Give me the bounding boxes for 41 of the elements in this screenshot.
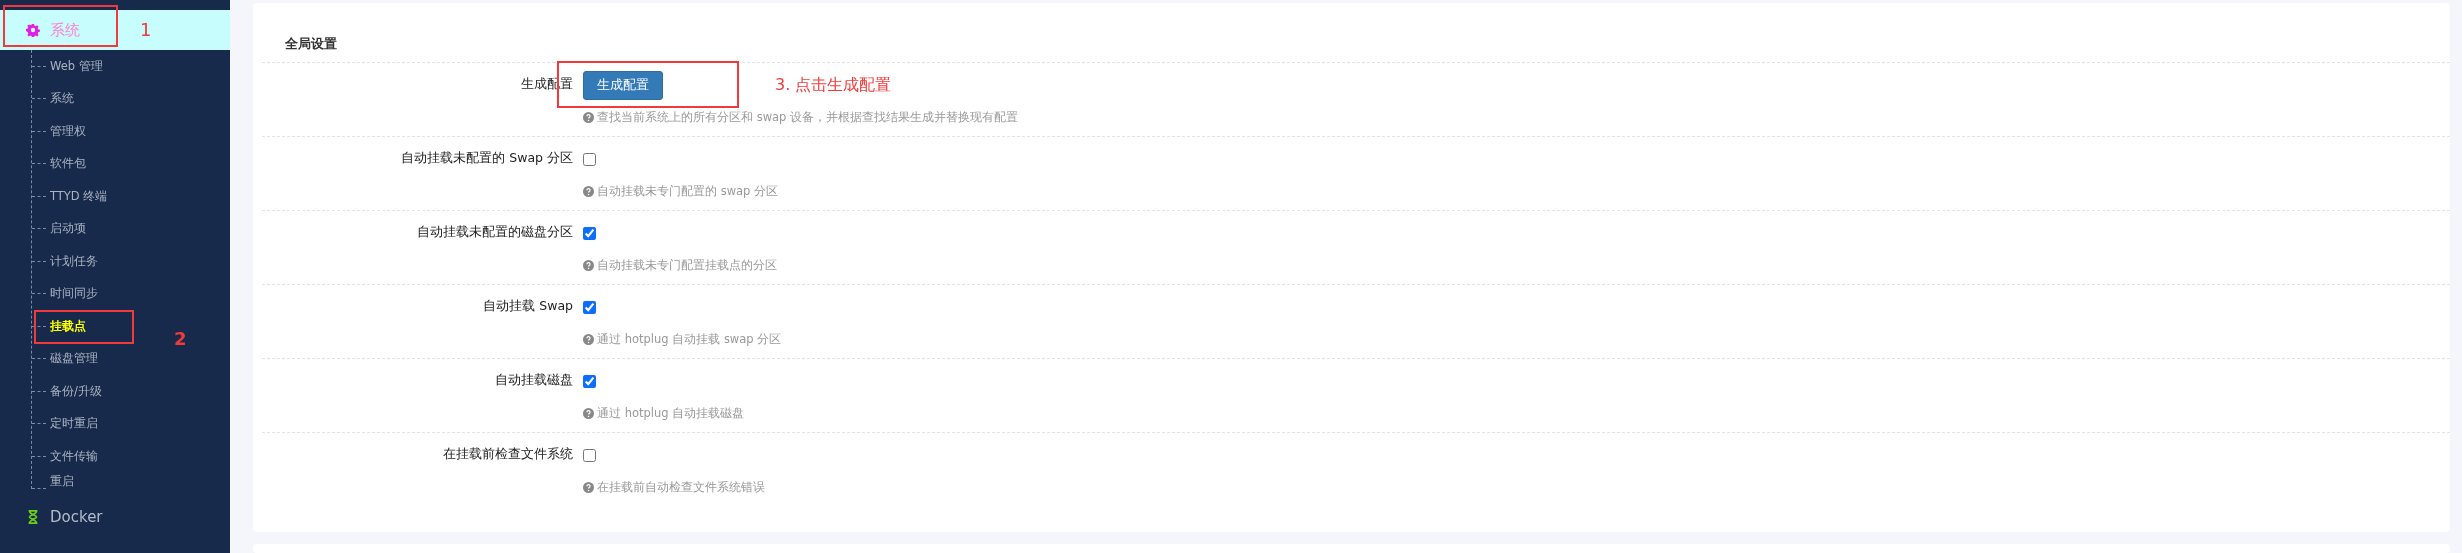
annotation-text: 3. 点击生成配置	[775, 74, 892, 96]
submenu-item[interactable]: 计划任务	[32, 245, 230, 278]
field-description: 通过 hotplug 自动挂载磁盘	[597, 405, 745, 421]
field-description: 在挂载前自动检查文件系统错误	[597, 479, 765, 495]
checkbox[interactable]	[583, 300, 596, 314]
generate-button[interactable]: 生成配置	[583, 70, 663, 100]
help-icon	[583, 259, 594, 271]
checkbox[interactable]	[583, 448, 596, 462]
field-description: 查找当前系统上的所有分区和 swap 设备，并根据查找结果生成并替换现有配置	[597, 109, 1019, 125]
submenu-item[interactable]: 文件传输	[32, 440, 230, 473]
help-icon	[583, 333, 594, 345]
checkbox[interactable]	[583, 374, 596, 388]
field-label: 自动挂载未配置的 Swap 分区	[400, 149, 573, 167]
checkbox[interactable]	[583, 152, 596, 166]
submenu-item[interactable]: Web 管理	[32, 50, 230, 83]
submenu-item[interactable]: 管理权	[32, 115, 230, 148]
field-description: 自动挂载未专门配置的 swap 分区	[597, 183, 779, 199]
submenu-item[interactable]: 时间同步	[32, 277, 230, 310]
help-icon	[583, 185, 594, 197]
field-description: 通过 hotplug 自动挂载 swap 分区	[597, 331, 782, 347]
gear-icon	[26, 23, 40, 37]
checkbox[interactable]	[583, 226, 596, 240]
help-icon	[583, 481, 594, 493]
submenu-item[interactable]: 软件包	[32, 147, 230, 180]
submenu-item[interactable]: TTYD 终端	[32, 180, 230, 213]
submenu-item[interactable]: 备份/升级	[32, 375, 230, 408]
annotation-number: 1	[140, 19, 152, 40]
field-description: 自动挂载未专门配置挂载点的分区	[597, 257, 777, 273]
field-label: 自动挂载磁盘	[494, 371, 573, 389]
submenu-item[interactable]: 系统	[32, 82, 230, 115]
field-label: 在挂载前检查文件系统	[442, 445, 573, 463]
help-icon	[583, 407, 594, 419]
hourglass-icon	[26, 509, 40, 524]
section-title: 全局设置	[262, 35, 2450, 63]
help-icon	[583, 111, 594, 123]
submenu-item[interactable]: 定时重启	[32, 407, 230, 440]
submenu-item[interactable]: 重启	[32, 472, 230, 489]
field-label: 自动挂载 Swap	[482, 297, 573, 315]
submenu-item[interactable]: 启动项	[32, 212, 230, 245]
field-label: 自动挂载未配置的磁盘分区	[416, 223, 573, 241]
menu-item[interactable]: Docker	[0, 496, 230, 537]
